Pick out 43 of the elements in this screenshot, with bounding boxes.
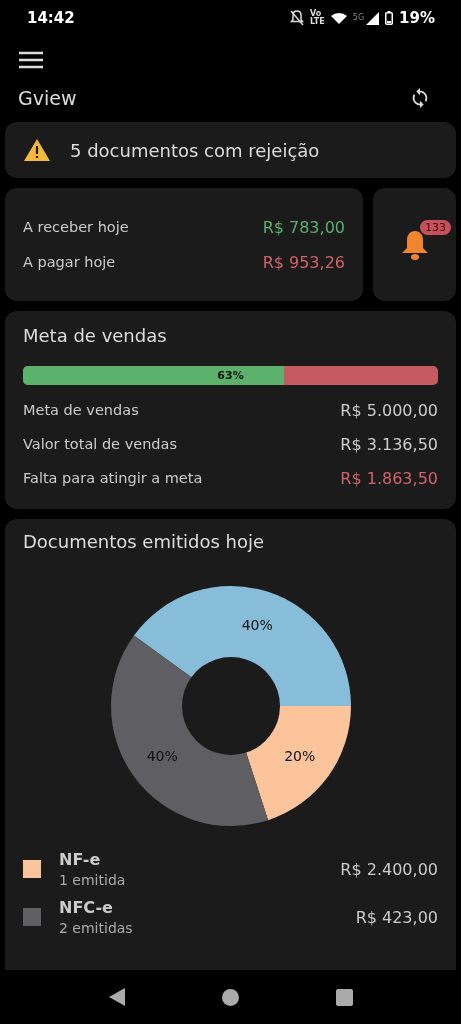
balance-value: R$ 953,26 bbox=[262, 252, 345, 272]
battery-percent: 19% bbox=[399, 9, 435, 27]
alert-card[interactable]: 5 documentos com rejeição bbox=[5, 122, 456, 178]
signal-icon bbox=[366, 11, 380, 25]
goal-value: R$ 3.136,50 bbox=[340, 434, 438, 454]
card-title: Meta de vendas bbox=[23, 325, 168, 346]
goal-label: Valor total de vendas bbox=[23, 436, 177, 452]
legend-value: R$ 423,00 bbox=[355, 907, 438, 927]
bell-off-icon bbox=[290, 10, 305, 26]
recents-icon bbox=[335, 988, 353, 1006]
goal-value: R$ 5.000,00 bbox=[340, 400, 438, 420]
warning-icon bbox=[24, 139, 50, 161]
goal-label: Meta de vendas bbox=[23, 402, 139, 418]
balance-label: A receber hoje bbox=[23, 219, 129, 235]
back-icon bbox=[108, 988, 127, 1006]
app-title: Gview bbox=[18, 87, 77, 109]
alert-text: 5 documentos com rejeição bbox=[70, 139, 320, 161]
slice-label: 20% bbox=[283, 747, 315, 764]
legend-count: 2 emitidas bbox=[59, 920, 134, 936]
network-type: 5G bbox=[352, 13, 365, 22]
home-button[interactable] bbox=[222, 988, 240, 1006]
clock: 14:42 bbox=[27, 9, 76, 27]
notifications-card[interactable]: 133 bbox=[373, 188, 456, 301]
notification-count: 133 bbox=[420, 220, 451, 235]
goal-label: Falta para atingir a meta bbox=[23, 470, 203, 486]
balance-value: R$ 783,00 bbox=[262, 217, 345, 237]
card-title: Documentos emitidos hoje bbox=[23, 531, 266, 552]
recents-button[interactable] bbox=[335, 988, 353, 1006]
legend-name: NF-e bbox=[59, 850, 102, 869]
legend-value: R$ 2.400,00 bbox=[340, 859, 438, 879]
slice-label: 40% bbox=[146, 747, 178, 764]
goal-value: R$ 1.863,50 bbox=[340, 468, 438, 488]
home-icon bbox=[222, 988, 240, 1006]
volte-indicator: Vo LTE bbox=[310, 10, 325, 26]
battery-icon bbox=[385, 11, 394, 25]
wifi-icon bbox=[330, 12, 347, 24]
legend-count: 1 emitida bbox=[59, 872, 127, 888]
menu-icon bbox=[18, 50, 44, 70]
progress-label: 63% bbox=[217, 368, 244, 384]
slice-label: 40% bbox=[241, 617, 273, 634]
legend-name: NFC-e bbox=[59, 898, 114, 917]
balance-label: A pagar hoje bbox=[23, 254, 116, 270]
back-button[interactable] bbox=[108, 988, 127, 1006]
